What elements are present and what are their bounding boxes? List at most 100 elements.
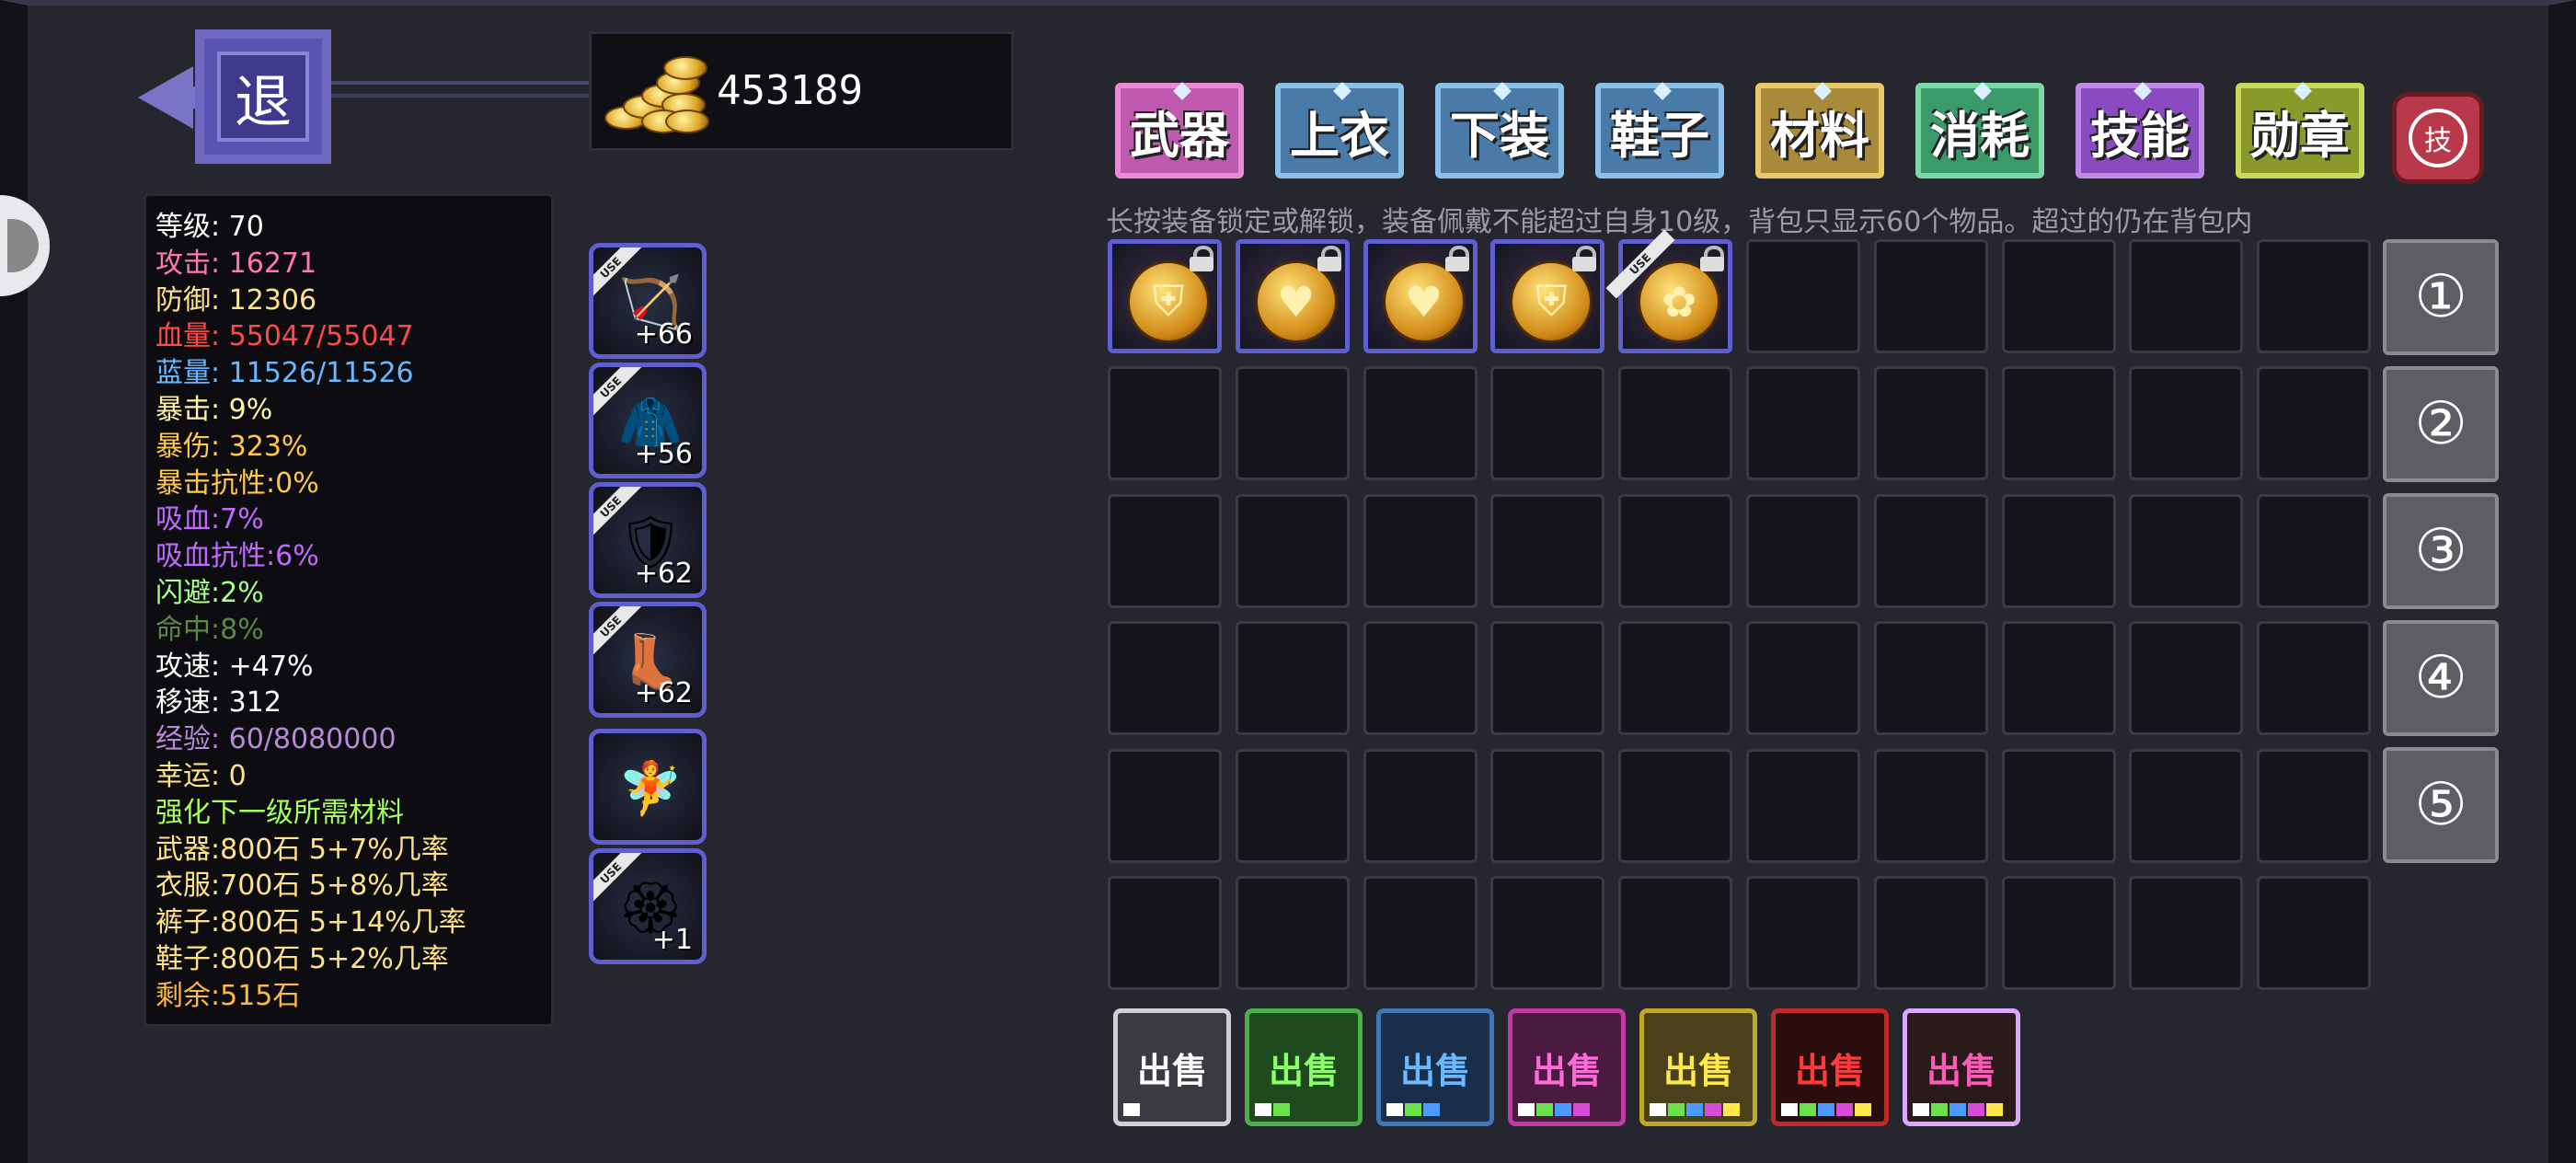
inventory-slot[interactable] bbox=[1490, 493, 1605, 608]
sell-button[interactable]: 出售 bbox=[1376, 1008, 1494, 1126]
inventory-slot[interactable] bbox=[1363, 366, 1478, 481]
inventory-slot[interactable]: ✿ USE bbox=[1605, 229, 1733, 353]
inventory-slot[interactable] bbox=[2001, 239, 2116, 353]
inventory-slot[interactable] bbox=[2129, 876, 2244, 990]
stat-line: 攻速: +47% bbox=[155, 650, 314, 683]
inventory-slot[interactable]: ⛨ bbox=[1108, 239, 1222, 353]
inventory-slot[interactable] bbox=[1108, 621, 1222, 736]
sell-button[interactable]: 出售 bbox=[1508, 1008, 1626, 1126]
equipped-top[interactable]: 🧥 USE +56 bbox=[589, 363, 707, 478]
equipped-shoes[interactable]: 👢 USE +62 bbox=[589, 602, 707, 718]
inventory-slot[interactable] bbox=[1873, 748, 1988, 863]
inventory-slot[interactable] bbox=[1490, 621, 1605, 736]
sell-button[interactable]: 出售 bbox=[1639, 1008, 1757, 1126]
inventory-slot[interactable] bbox=[2257, 621, 2372, 736]
inventory-slot[interactable] bbox=[1108, 366, 1222, 481]
gold-amount: 453189 bbox=[717, 67, 863, 114]
stat-line: 蓝量: 11526/11526 bbox=[155, 357, 414, 390]
inventory-slot[interactable] bbox=[1746, 366, 1860, 481]
page-button-1[interactable]: ① bbox=[2383, 239, 2499, 355]
inventory-slot[interactable] bbox=[2129, 621, 2244, 736]
tab-3[interactable]: 鞋子 bbox=[1595, 82, 1724, 178]
inventory-slot[interactable] bbox=[1873, 876, 1988, 990]
tab-6[interactable]: 技能 bbox=[2076, 82, 2204, 178]
inventory-slot[interactable] bbox=[1363, 876, 1478, 990]
inventory-slot[interactable] bbox=[1746, 748, 1860, 863]
inventory-slot[interactable] bbox=[1746, 493, 1860, 608]
tab-4[interactable]: 材料 bbox=[1755, 82, 1884, 178]
inventory-slot[interactable] bbox=[1235, 366, 1350, 481]
page-button-4[interactable]: ④ bbox=[2383, 620, 2499, 736]
tab-2[interactable]: 下装 bbox=[1435, 82, 1564, 178]
inventory-slot[interactable] bbox=[1490, 366, 1605, 481]
sell-button[interactable]: 出售 bbox=[1771, 1008, 1889, 1126]
inventory-slot[interactable] bbox=[2257, 366, 2372, 481]
inventory-slot[interactable] bbox=[1746, 621, 1860, 736]
lock-icon bbox=[1572, 246, 1597, 271]
inventory-slot[interactable] bbox=[2129, 239, 2244, 353]
inventory-slot[interactable] bbox=[2129, 366, 2244, 481]
tab-label: 消耗 bbox=[1930, 106, 2030, 165]
tab-5[interactable]: 消耗 bbox=[1915, 82, 2044, 178]
refresh-button[interactable]: 技 bbox=[2392, 92, 2484, 184]
inventory-slot[interactable] bbox=[2001, 748, 2116, 863]
inventory-slot[interactable] bbox=[1618, 621, 1733, 736]
page-button-5[interactable]: ⑤ bbox=[2383, 747, 2499, 863]
inventory-slot[interactable] bbox=[1873, 366, 1988, 481]
item-level: +62 bbox=[634, 558, 693, 590]
inventory-slot[interactable] bbox=[1618, 366, 1733, 481]
inventory-slot[interactable] bbox=[1235, 876, 1350, 990]
inventory-slot[interactable] bbox=[1490, 748, 1605, 863]
inventory-slot[interactable] bbox=[1618, 748, 1733, 863]
inventory-slot[interactable] bbox=[2129, 748, 2244, 863]
inventory-slot[interactable] bbox=[2001, 876, 2116, 990]
inventory-slot[interactable] bbox=[1108, 876, 1222, 990]
inventory-slot[interactable] bbox=[1235, 748, 1350, 863]
tab-0[interactable]: 武器 bbox=[1115, 82, 1244, 178]
inventory-slot[interactable] bbox=[1490, 876, 1605, 990]
equipped-medal[interactable]: 🏵 USE +1 bbox=[589, 848, 707, 964]
lock-icon bbox=[1190, 246, 1213, 271]
inventory-slot[interactable] bbox=[2257, 876, 2372, 990]
inventory-slot[interactable] bbox=[2001, 366, 2116, 481]
inventory-slot[interactable] bbox=[2257, 748, 2372, 863]
back-button[interactable]: 退 bbox=[138, 29, 331, 164]
inventory-slot[interactable] bbox=[1235, 621, 1350, 736]
sell-button[interactable]: 出售 bbox=[1113, 1008, 1231, 1126]
inventory-slot[interactable] bbox=[1873, 621, 1988, 736]
sell-button[interactable]: 出售 bbox=[1245, 1008, 1363, 1126]
page-button-3[interactable]: ③ bbox=[2383, 493, 2499, 609]
inventory-slot[interactable] bbox=[1746, 876, 1860, 990]
inventory-slot[interactable] bbox=[1235, 493, 1350, 608]
stat-line: 吸血:7% bbox=[155, 503, 264, 536]
inventory-slot[interactable] bbox=[1108, 493, 1222, 608]
inventory-slot[interactable] bbox=[2001, 621, 2116, 736]
sell-button[interactable]: 出售 bbox=[1903, 1008, 2020, 1126]
inventory-slot[interactable] bbox=[1618, 493, 1733, 608]
tab-7[interactable]: 勋章 bbox=[2236, 82, 2364, 178]
inventory-slot[interactable] bbox=[2257, 493, 2372, 608]
equipped-pet[interactable]: 🧚 bbox=[589, 729, 707, 845]
inventory-slot[interactable] bbox=[1363, 493, 1478, 608]
inventory-slot[interactable] bbox=[1618, 876, 1733, 990]
inventory-slot[interactable] bbox=[2001, 493, 2116, 608]
inventory-slot[interactable] bbox=[1873, 493, 1988, 608]
stat-line: 移速: 312 bbox=[155, 686, 282, 720]
inventory-slot[interactable] bbox=[1363, 621, 1478, 736]
inventory-slot[interactable]: ♥ bbox=[1363, 239, 1478, 353]
inventory-slot[interactable] bbox=[1873, 239, 1988, 353]
inventory-slot[interactable] bbox=[1363, 748, 1478, 863]
stat-line: 幸运: 0 bbox=[155, 759, 247, 792]
inventory-slot[interactable] bbox=[1108, 748, 1222, 863]
tab-1[interactable]: 上衣 bbox=[1275, 82, 1404, 178]
inventory-slot[interactable] bbox=[2129, 493, 2244, 608]
inventory-slot[interactable] bbox=[1746, 239, 1860, 353]
inventory-slot[interactable]: ♥ bbox=[1235, 239, 1350, 353]
lock-icon bbox=[1317, 246, 1341, 271]
equipped-pants[interactable]: 🛡 USE +62 bbox=[589, 482, 707, 598]
inventory-slot[interactable]: ⛨ bbox=[1490, 239, 1605, 353]
stat-line: 血量: 55047/55047 bbox=[155, 320, 414, 353]
page-button-2[interactable]: ② bbox=[2383, 366, 2499, 482]
equipped-weapon[interactable]: 🏹 USE +66 bbox=[589, 243, 707, 359]
inventory-slot[interactable] bbox=[2257, 239, 2372, 353]
